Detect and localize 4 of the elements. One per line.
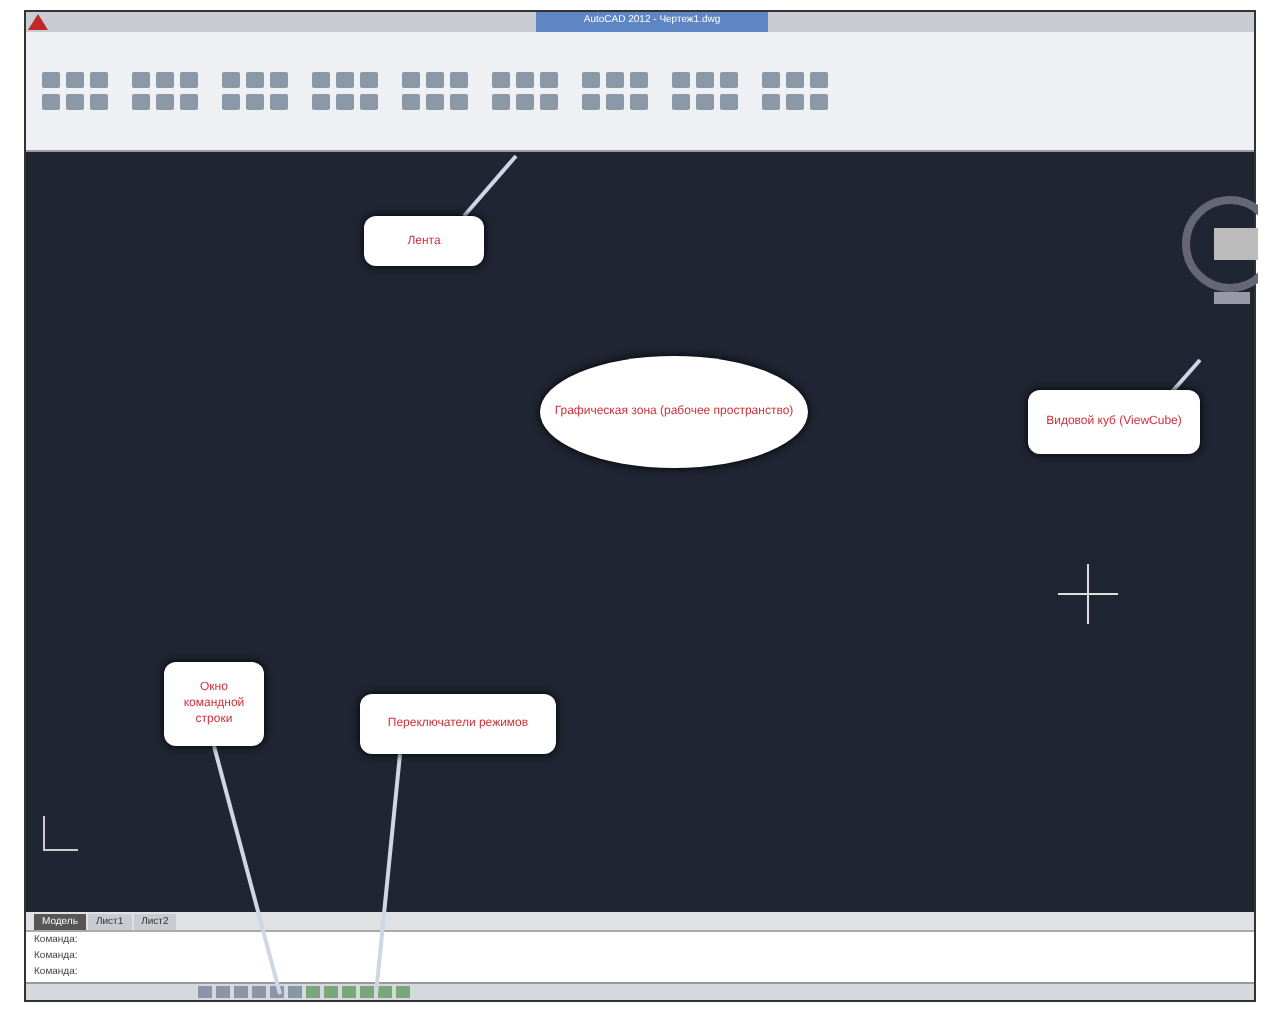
leader-line <box>462 154 518 218</box>
ucs-icon <box>38 812 82 856</box>
leader-line <box>1168 358 1202 396</box>
crosshair-icon <box>1058 564 1118 624</box>
